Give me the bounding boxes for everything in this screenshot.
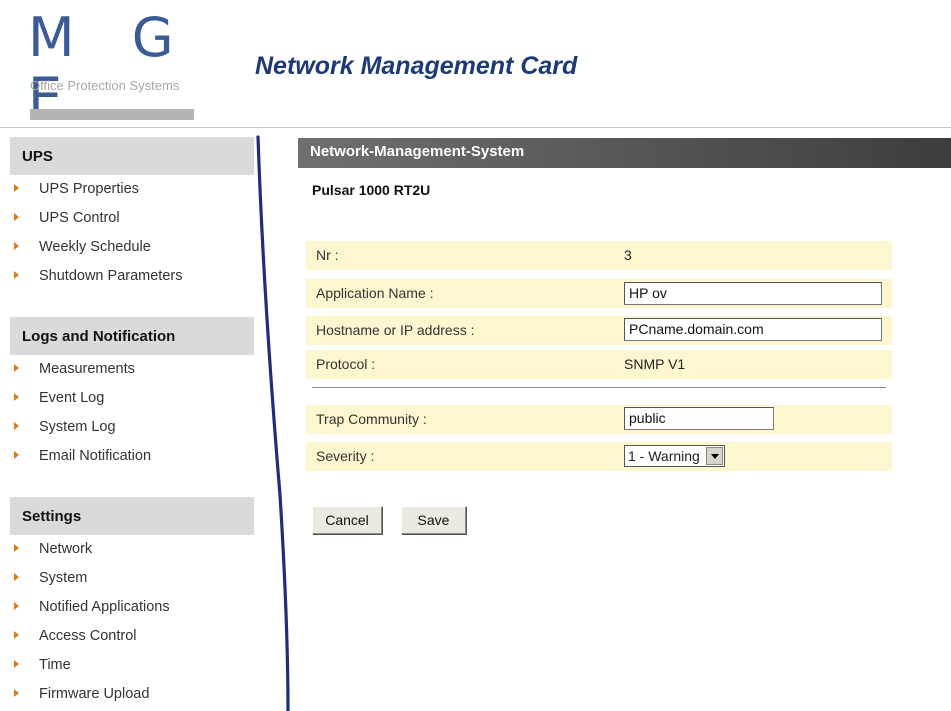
nr-label: Nr : [316, 247, 339, 263]
form-separator [312, 387, 886, 388]
bullet-icon [14, 422, 19, 431]
sidebar-item-label: Email Notification [39, 448, 152, 464]
bullet-icon [14, 242, 19, 251]
bullet-icon [14, 364, 19, 373]
form-row-protocol: Protocol : SNMP V1 [306, 350, 892, 379]
sidebar-item-access-control[interactable]: Access Control [14, 625, 137, 647]
protocol-label: Protocol : [316, 356, 376, 372]
sidebar-item-label: Notified Applications [39, 599, 170, 615]
sidebar-item-notified-applications[interactable]: Notified Applications [14, 596, 170, 618]
form-row-severity: Severity : 1 - Warning [306, 442, 892, 471]
sidebar-item-label: System [39, 570, 88, 586]
form-row-hostname: Hostname or IP address : PCname.domain.c… [306, 316, 892, 345]
bullet-icon [14, 451, 19, 460]
severity-select[interactable]: 1 - Warning [624, 445, 725, 467]
header-divider [0, 127, 951, 128]
sidebar-item-label: Event Log [39, 390, 105, 406]
sidebar-item-ups-control[interactable]: UPS Control [14, 207, 120, 229]
bullet-icon [14, 184, 19, 193]
bullet-icon [14, 689, 19, 698]
bullet-icon [14, 271, 19, 280]
nr-value: 3 [624, 247, 632, 263]
sidebar-item-label: Network [39, 541, 93, 557]
divider-swoosh [256, 135, 290, 711]
bullet-icon [14, 631, 19, 640]
sidebar-item-weekly-schedule[interactable]: Weekly Schedule [14, 236, 151, 258]
sidebar-item-label: System Log [39, 419, 116, 435]
bullet-icon [14, 602, 19, 611]
bullet-icon [14, 573, 19, 582]
mge-logo: M G E Office Protection Systems [28, 8, 218, 128]
sidebar-item-label: Time [39, 657, 71, 673]
panel-header: Network-Management-System [298, 138, 951, 168]
application-name-input[interactable]: HP ov [624, 282, 882, 305]
sidebar-item-label: Access Control [39, 628, 137, 644]
save-button[interactable]: Save [401, 506, 466, 534]
form-row-application-name: Application Name : HP ov [306, 279, 892, 308]
form-row-nr: Nr : 3 [306, 241, 892, 270]
hostname-label: Hostname or IP address : [316, 322, 475, 338]
sidebar-item-label: Weekly Schedule [39, 239, 151, 255]
sidebar-item-firmware-upload[interactable]: Firmware Upload [14, 683, 149, 705]
application-name-label: Application Name : [316, 285, 434, 301]
cancel-button[interactable]: Cancel [312, 506, 382, 534]
bullet-icon [14, 660, 19, 669]
bullet-icon [14, 393, 19, 402]
panel-header-title: Network-Management-System [310, 143, 525, 160]
sidebar-item-event-log[interactable]: Event Log [14, 387, 104, 409]
sidebar-item-system-log[interactable]: System Log [14, 416, 116, 438]
logo-subtitle: Office Protection Systems [30, 78, 180, 93]
sidebar-item-label: Measurements [39, 361, 135, 377]
sidebar-section-ups: UPS [10, 137, 254, 175]
sidebar-section-logs: Logs and Notification [10, 317, 254, 355]
sidebar-item-system[interactable]: System [14, 567, 87, 589]
sidebar-item-email-notification[interactable]: Email Notification [14, 445, 151, 467]
sidebar-item-label: UPS Properties [39, 181, 139, 197]
sidebar-item-label: UPS Control [39, 210, 120, 226]
trap-community-input[interactable]: public [624, 407, 774, 430]
sidebar-section-settings: Settings [10, 497, 254, 535]
hostname-input[interactable]: PCname.domain.com [624, 318, 882, 341]
sidebar-item-network[interactable]: Network [14, 538, 92, 560]
sidebar-item-measurements[interactable]: Measurements [14, 358, 135, 380]
device-name: Pulsar 1000 RT2U [312, 182, 431, 198]
sidebar-item-label: Firmware Upload [39, 686, 150, 702]
severity-selected-value: 1 - Warning [628, 448, 700, 464]
sidebar-item-ups-properties[interactable]: UPS Properties [14, 178, 139, 200]
page-title: Network Management Card [255, 52, 578, 80]
protocol-value: SNMP V1 [624, 356, 686, 372]
bullet-icon [14, 213, 19, 222]
chevron-down-icon[interactable] [706, 447, 723, 465]
bullet-icon [14, 544, 19, 553]
sidebar-item-shutdown-parameters[interactable]: Shutdown Parameters [14, 265, 182, 287]
sidebar-item-time[interactable]: Time [14, 654, 71, 676]
logo-bar [30, 109, 194, 120]
form-row-trap-community: Trap Community : public [306, 405, 892, 434]
sidebar-item-label: Shutdown Parameters [39, 268, 183, 284]
severity-label: Severity : [316, 448, 375, 464]
trap-community-label: Trap Community : [316, 411, 427, 427]
